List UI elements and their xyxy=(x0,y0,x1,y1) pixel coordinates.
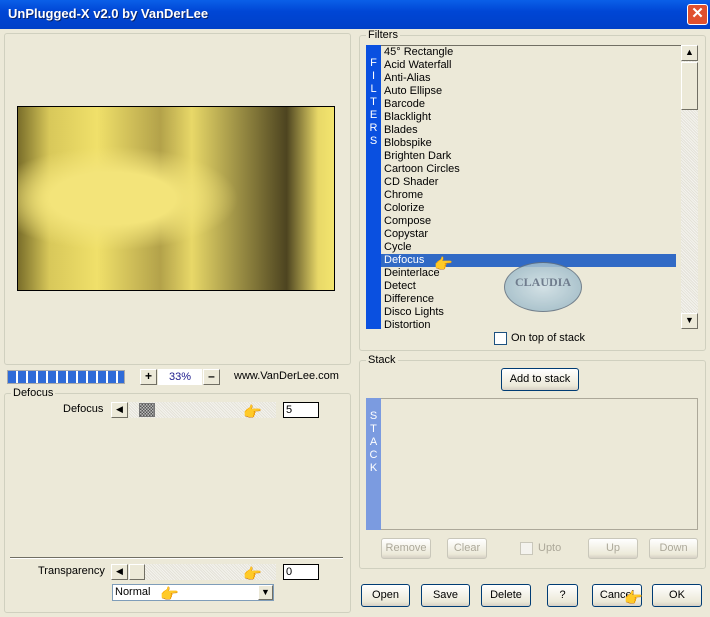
group-label: Stack xyxy=(366,354,398,366)
vertical-letter: E xyxy=(369,109,378,121)
watermark-logo: CLAUDIA xyxy=(504,262,582,312)
defocus-value-field[interactable]: 5 xyxy=(283,402,319,418)
delete-button[interactable]: Delete xyxy=(481,584,531,607)
filter-item[interactable]: Distortion xyxy=(381,319,676,329)
slider-thumb[interactable] xyxy=(129,564,145,580)
filter-item[interactable]: 45° Rectangle xyxy=(381,46,676,59)
progress-bar xyxy=(7,370,125,384)
add-to-stack-button[interactable]: Add to stack xyxy=(501,368,579,391)
filter-item[interactable]: Anti-Alias xyxy=(381,72,676,85)
blend-mode-value: Normal xyxy=(115,586,151,598)
website-link[interactable]: www.VanDerLee.com xyxy=(234,370,339,382)
remove-button[interactable]: Remove xyxy=(381,538,431,559)
preview-image xyxy=(17,106,335,291)
filter-item[interactable]: Blacklight xyxy=(381,111,676,124)
preview-panel xyxy=(4,33,351,365)
filter-list-scrollbar[interactable]: ▲ ▼ xyxy=(681,45,698,329)
open-button[interactable]: Open xyxy=(361,584,410,607)
scroll-down-icon[interactable]: ▼ xyxy=(681,313,698,329)
slider-thumb[interactable] xyxy=(139,403,155,417)
zoom-in-button[interactable]: + xyxy=(140,369,157,385)
ok-button[interactable]: OK xyxy=(652,584,702,607)
filter-item[interactable]: Cycle xyxy=(381,241,676,254)
filter-item[interactable]: Auto Ellipse xyxy=(381,85,676,98)
transparency-decrease-button[interactable]: ◀ xyxy=(111,564,128,580)
pointing-hand-icon: 👉 xyxy=(160,586,179,603)
pointing-hand-icon: 👉 xyxy=(434,256,453,273)
vertical-letter: I xyxy=(371,70,376,82)
vertical-letter: C xyxy=(369,449,378,461)
up-button[interactable]: Up xyxy=(588,538,638,559)
vertical-letter: L xyxy=(370,83,377,95)
vertical-letter: A xyxy=(369,436,378,448)
separator xyxy=(10,557,343,559)
close-icon[interactable]: ✕ xyxy=(687,4,708,25)
scroll-thumb[interactable] xyxy=(681,62,698,110)
vertical-letter: K xyxy=(369,462,378,474)
save-button[interactable]: Save xyxy=(421,584,470,607)
help-button[interactable]: ? xyxy=(547,584,578,607)
defocus-decrease-button[interactable]: ◀ xyxy=(111,402,128,418)
filter-item[interactable]: Brighten Dark xyxy=(381,150,676,163)
vertical-letter: S xyxy=(369,135,378,147)
on-top-label: On top of stack xyxy=(511,332,585,344)
filter-item[interactable]: Chrome xyxy=(381,189,676,202)
zoom-level: 33% xyxy=(158,369,202,385)
down-button[interactable]: Down xyxy=(649,538,698,559)
pointing-hand-icon: 👉 xyxy=(624,590,643,607)
filter-item[interactable]: Compose xyxy=(381,215,676,228)
filters-vertical-label: FILTERS xyxy=(366,45,381,329)
blend-mode-select[interactable]: Normal ▼ xyxy=(112,584,274,601)
filter-item[interactable]: Blobspike xyxy=(381,137,676,150)
vertical-letter: F xyxy=(370,57,377,69)
filter-item[interactable]: Acid Waterfall xyxy=(381,59,676,72)
group-label: Defocus xyxy=(11,387,56,399)
zoom-out-button[interactable]: – xyxy=(203,369,220,385)
on-top-checkbox[interactable] xyxy=(494,332,507,345)
filter-item[interactable]: Blades xyxy=(381,124,676,137)
chevron-down-icon[interactable]: ▼ xyxy=(258,585,273,600)
filter-item[interactable]: CD Shader xyxy=(381,176,676,189)
vertical-letter: T xyxy=(370,423,377,435)
transparency-label: Transparency xyxy=(38,565,105,577)
clear-button[interactable]: Clear xyxy=(447,538,487,559)
filter-item[interactable]: Barcode xyxy=(381,98,676,111)
window-title: UnPlugged-X v2.0 by VanDerLee xyxy=(8,6,209,21)
vertical-letter: T xyxy=(370,96,377,108)
group-label: Filters xyxy=(366,29,400,41)
filter-item[interactable]: Copystar xyxy=(381,228,676,241)
vertical-letter: R xyxy=(369,122,378,134)
stack-vertical-label: STACK xyxy=(366,398,381,530)
upto-label: Upto xyxy=(538,542,562,554)
transparency-value-field[interactable]: 0 xyxy=(283,564,319,580)
scroll-up-icon[interactable]: ▲ xyxy=(681,45,698,61)
stack-list[interactable] xyxy=(366,398,698,530)
filter-item[interactable]: Cartoon Circles xyxy=(381,163,676,176)
defocus-label: Defocus xyxy=(63,403,104,415)
vertical-letter: S xyxy=(369,410,378,422)
upto-checkbox[interactable] xyxy=(520,542,533,555)
defocus-panel: Defocus xyxy=(4,387,351,613)
pointing-hand-icon: 👉 xyxy=(243,566,262,583)
pointing-hand-icon: 👉 xyxy=(243,404,262,421)
filter-item[interactable]: Colorize xyxy=(381,202,676,215)
